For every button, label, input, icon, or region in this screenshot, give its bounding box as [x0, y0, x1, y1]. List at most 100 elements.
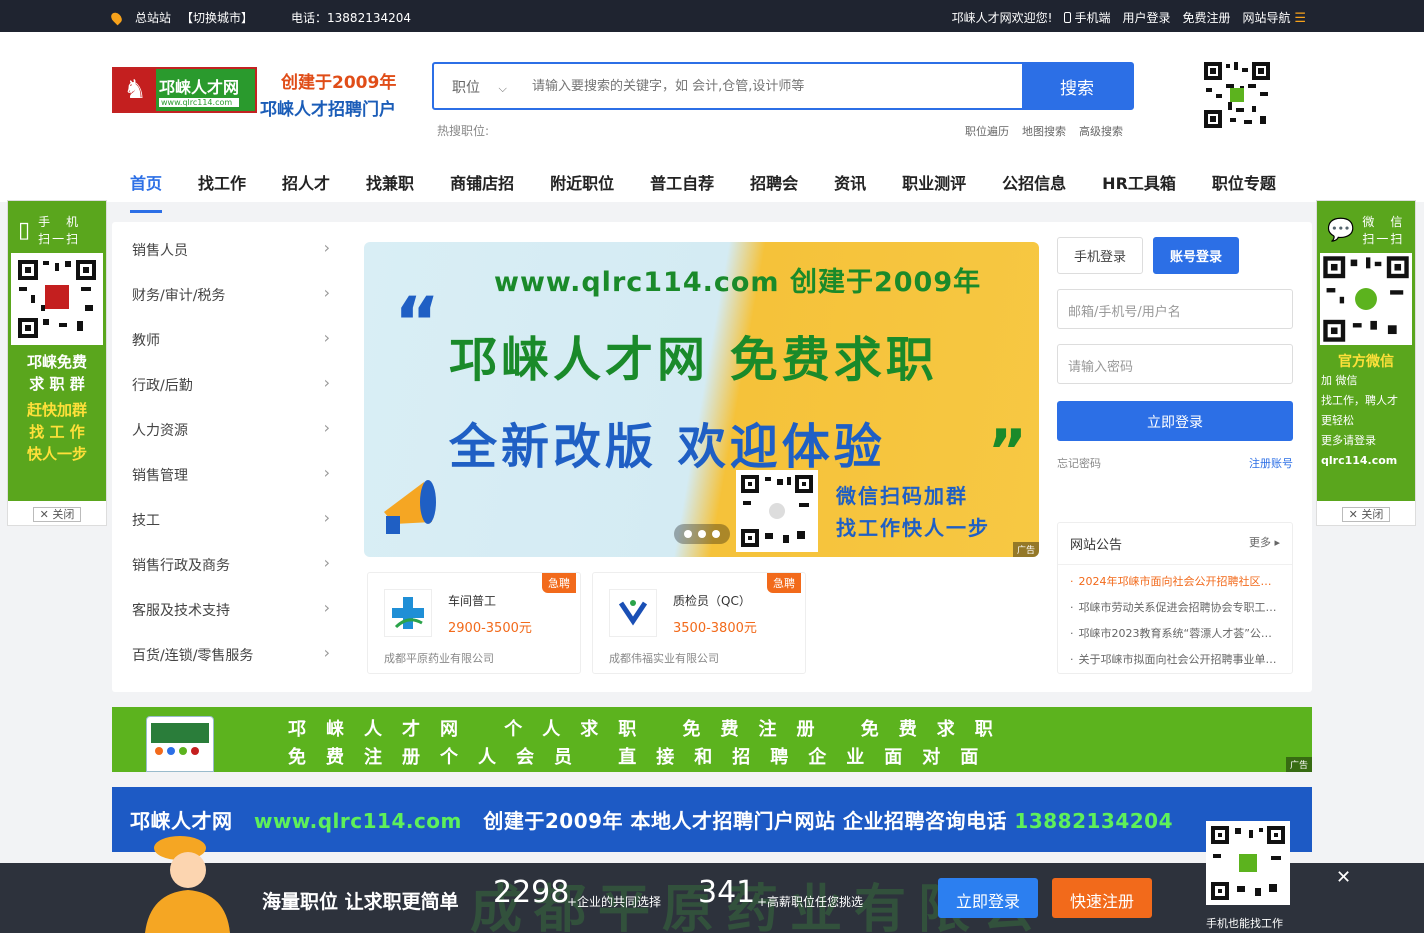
notice-item[interactable]: 邛崃市劳动关系促进会招聘协会专职工作人员: [1070, 595, 1283, 621]
notice-item[interactable]: 关于邛崃市拟面向社会公开招聘事业单位工作人员: [1070, 647, 1283, 673]
category-item[interactable]: 销售人员: [112, 230, 342, 275]
job-card[interactable]: 急聘 车间普工 2900-3500元 成都平原药业有限公司: [367, 572, 581, 674]
category-item[interactable]: 客服及技术支持: [112, 590, 342, 635]
close-icon[interactable]: ✕: [1336, 867, 1351, 888]
right-qr-code: [1320, 253, 1412, 345]
nav-recruit[interactable]: 招人才: [282, 162, 330, 207]
side-right-line-5: qlrc114.com: [1321, 454, 1398, 467]
nav-career-test[interactable]: 职业测评: [902, 162, 966, 207]
search-button[interactable]: 搜索: [1022, 64, 1132, 108]
nav-news[interactable]: 资讯: [834, 162, 866, 207]
notice-item[interactable]: 邛崃市2023教育系统“蓉漂人才荟”公开招聘: [1070, 621, 1283, 647]
register-account-link[interactable]: 注册账号: [1249, 455, 1293, 471]
side-right-line-4: 更多请登录: [1321, 434, 1376, 447]
nav-hr-toolbox[interactable]: HR工具箱: [1102, 162, 1176, 207]
nav-find-job[interactable]: 找工作: [198, 162, 246, 207]
main-banner[interactable]: “ www.qlrc114.com 创建于2009年 邛崃人才网 免费求职 全新…: [364, 242, 1039, 557]
password-field[interactable]: 请输入密码: [1057, 344, 1293, 384]
nav-job-fair[interactable]: 招聘会: [750, 162, 798, 207]
search-type-select[interactable]: 职位 ⌵: [434, 64, 524, 108]
hot-searches-label: 热搜职位:: [437, 124, 490, 138]
nav-worker-recommend[interactable]: 普工自荐: [650, 162, 714, 207]
job-count-label: +高薪职位任您挑选: [757, 895, 864, 909]
notice-more-link[interactable]: 更多 ▸: [1249, 534, 1280, 553]
user-login-link[interactable]: 用户登录: [1122, 9, 1170, 26]
slogan-line-2: 邛崃人才招聘门户: [260, 100, 396, 120]
nav-part-time[interactable]: 找兼职: [366, 162, 414, 207]
notice-item[interactable]: 2024年邛崃市面向社会公开招聘社区专职工作者公告: [1070, 569, 1283, 595]
location-pin-icon: [109, 10, 124, 25]
category-item[interactable]: 百货/连锁/零售服务: [112, 635, 342, 680]
side-left-head: 手 机 扫一扫: [38, 215, 81, 246]
category-item[interactable]: 人力资源: [112, 410, 342, 455]
category-item[interactable]: 技工: [112, 500, 342, 545]
site-nav-link[interactable]: 网站导航 ☰: [1243, 9, 1307, 26]
side-right-head: 微 信 扫一扫: [1362, 215, 1405, 246]
left-float-close-button[interactable]: ✕ 关闭: [32, 507, 82, 522]
banner-qr-code: [736, 470, 818, 552]
forgot-password-link[interactable]: 忘记密码: [1057, 455, 1101, 471]
carousel-dots[interactable]: [674, 524, 730, 544]
job-salary: 3500-3800元: [673, 621, 757, 636]
bottom-promo-bar: 成都平原药业有限公 海量职位 让求职更简单 2298 +企业的共同选择 341 …: [0, 821, 1424, 933]
main-panel: 销售人员 财务/审计/税务 教师 行政/后勤 人力资源 销售管理 技工 销售行政…: [112, 222, 1312, 692]
job-browse-link[interactable]: 职位遍历: [965, 123, 1009, 139]
company-logo-icon: [384, 589, 432, 637]
top-bar: 总站站 【切换城市】 电话：13882134204 邛崃人才网欢迎您! 手机端 …: [0, 0, 1424, 32]
bottom-qr-label: 手机也能找工作: [1206, 917, 1283, 930]
nav-shop-recruit[interactable]: 商铺店招: [450, 162, 514, 207]
chevron-down-icon: ⌵: [498, 82, 507, 95]
bottom-qr-code: [1206, 821, 1290, 905]
header-qr-code: [1200, 58, 1274, 132]
category-list: 销售人员 财务/审计/税务 教师 行政/后勤 人力资源 销售管理 技工 销售行政…: [112, 230, 342, 680]
category-item[interactable]: 销售管理: [112, 455, 342, 500]
horse-logo-icon: ♞: [114, 69, 156, 111]
tab-phone-login[interactable]: 手机登录: [1057, 237, 1144, 274]
menu-icon: ☰: [1294, 11, 1306, 26]
username-field[interactable]: 邮箱/手机号/用户名: [1057, 289, 1293, 329]
phone-mockup-image: [146, 716, 214, 772]
search-input[interactable]: [524, 64, 1022, 108]
map-search-link[interactable]: 地图搜索: [1022, 123, 1066, 139]
nav-home[interactable]: 首页: [130, 162, 163, 213]
wechat-icon: 💬: [1327, 217, 1355, 243]
quote-mark-icon: ”: [987, 417, 1027, 487]
job-card[interactable]: 急聘 质检员（QC） 3500-3800元 成都伟福实业有限公司: [592, 572, 806, 674]
side-right-line-3: 更轻松: [1321, 414, 1354, 427]
quote-mark-icon: “: [394, 282, 441, 364]
right-float-close-button[interactable]: ✕ 关闭: [1341, 507, 1391, 522]
nav-nearby-jobs[interactable]: 附近职位: [550, 162, 614, 207]
side-left-line-2: 求 职 群: [29, 375, 85, 393]
bottom-register-button[interactable]: 快速注册: [1052, 878, 1152, 918]
nav-public-recruit[interactable]: 公招信息: [1002, 162, 1066, 207]
switch-city-link[interactable]: 【切换城市】: [181, 9, 253, 26]
blue-banner-url: www.qlrc114.com: [253, 809, 462, 833]
header: ♞ 邛崃人才网 www.qlrc114.com 创建于2009年 邛崃人才招聘门…: [0, 32, 1424, 213]
bottom-login-button[interactable]: 立即登录: [938, 878, 1038, 918]
category-item[interactable]: 销售行政及商务: [112, 545, 342, 590]
tab-account-login[interactable]: 账号登录: [1153, 237, 1240, 274]
advanced-search-link[interactable]: 高级搜索: [1079, 123, 1123, 139]
station-name: 总站站: [135, 11, 172, 25]
site-logo[interactable]: ♞ 邛崃人才网 www.qlrc114.com: [112, 67, 257, 113]
ad-tag: 广告: [1012, 542, 1039, 557]
blue-banner-phone: 13882134204: [1014, 809, 1173, 833]
green-banner-row-2: 免费注册个人会员 直接和招聘企业面对面: [288, 747, 999, 768]
category-item[interactable]: 财务/审计/税务: [112, 275, 342, 320]
company-count: 2298: [493, 875, 570, 910]
category-item[interactable]: 教师: [112, 320, 342, 365]
login-button[interactable]: 立即登录: [1057, 401, 1293, 441]
right-float-ad: 💬 微 信 扫一扫 官方微信 加 微信 找工作，聘人才 更轻松 更多请登录 ql…: [1316, 200, 1416, 526]
category-item[interactable]: 行政/后勤: [112, 365, 342, 410]
blue-ad-banner[interactable]: 邛崃人才网 www.qlrc114.com 创建于2009年 本地人才招聘门户网…: [112, 787, 1312, 852]
login-panel: 手机登录 账号登录 邮箱/手机号/用户名 请输入密码 立即登录 忘记密码 注册账…: [1057, 237, 1293, 471]
official-wechat-title: 官方微信: [1338, 354, 1394, 370]
green-ad-banner[interactable]: 邛崃人才网 个人求职 免费注册 免费求职 免费注册个人会员 直接和招聘企业面对面…: [112, 707, 1312, 772]
company-logo-icon: [609, 589, 657, 637]
register-link[interactable]: 免费注册: [1182, 9, 1230, 26]
megaphone-icon: [384, 480, 436, 534]
nav-job-topics[interactable]: 职位专题: [1212, 162, 1276, 207]
banner-line-3: 全新改版 欢迎体验: [449, 419, 886, 475]
side-left-line-4: 找 工 作: [29, 423, 85, 441]
mobile-link[interactable]: 手机端: [1064, 9, 1110, 26]
